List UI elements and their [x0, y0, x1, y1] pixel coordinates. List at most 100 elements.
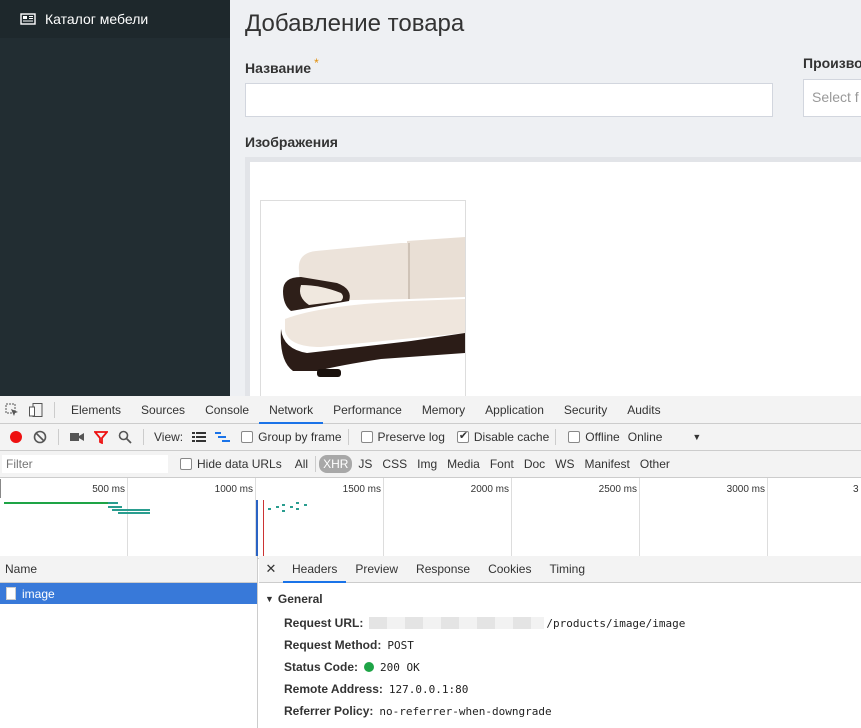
request-row[interactable]: image [0, 583, 257, 604]
sidebar: Каталог мебели [0, 0, 230, 396]
image-thumbnail[interactable] [260, 200, 466, 396]
type-css[interactable]: CSS [378, 455, 411, 473]
divider [58, 429, 59, 445]
tab-audits[interactable]: Audits [617, 396, 670, 424]
type-img[interactable]: Img [413, 455, 441, 473]
type-manifest[interactable]: Manifest [581, 455, 634, 473]
triangle-down-icon: ▼ [265, 594, 274, 604]
divider [143, 429, 144, 445]
tab-application[interactable]: Application [475, 396, 554, 424]
hide-data-urls-label[interactable]: Hide data URLs [197, 457, 282, 471]
preserve-log-checkbox[interactable] [360, 431, 373, 443]
disable-cache-checkbox[interactable] [456, 429, 469, 443]
name-label: Название * [245, 56, 319, 76]
waterfall-icon[interactable] [211, 425, 235, 449]
page-title: Добавление товара [245, 10, 465, 37]
header-key: Request URL: [284, 616, 364, 630]
type-ws[interactable]: WS [551, 455, 578, 473]
tab-elements[interactable]: Elements [61, 396, 131, 424]
request-list: Name image [0, 556, 258, 728]
tab-console[interactable]: Console [195, 396, 259, 424]
header-key: Request Method: [284, 638, 382, 652]
name-column-header[interactable]: Name [0, 556, 257, 583]
header-value: 200 OK [380, 660, 420, 674]
sidebar-item-catalog[interactable]: Каталог мебели [0, 0, 230, 38]
preserve-log-label[interactable]: Preserve log [378, 430, 445, 444]
referrer-policy-row: Referrer Policy: no-referrer-when-downgr… [259, 700, 861, 722]
throttle-select[interactable]: Online [628, 430, 663, 444]
type-doc[interactable]: Doc [520, 455, 549, 473]
request-name: image [22, 586, 55, 601]
divider [315, 456, 317, 472]
view-label: View: [154, 430, 184, 444]
search-icon[interactable] [113, 425, 137, 449]
camera-icon[interactable] [65, 425, 89, 449]
request-details: ✕ Headers Preview Response Cookies Timin… [259, 556, 861, 728]
name-input[interactable] [245, 83, 773, 117]
header-value: no-referrer-when-downgrade [379, 704, 552, 718]
sofa-image [280, 237, 465, 377]
disable-cache-label[interactable]: Disable cache [474, 430, 549, 444]
large-rows-icon[interactable] [187, 425, 211, 449]
device-toolbar-icon[interactable] [24, 396, 48, 424]
network-overview-timeline[interactable]: 500 ms 1000 ms 1500 ms 2000 ms 2500 ms 3… [0, 478, 861, 559]
tab-sources[interactable]: Sources [131, 396, 195, 424]
name-label-text: Название [245, 60, 312, 76]
type-all[interactable]: All [291, 455, 312, 473]
tab-performance[interactable]: Performance [323, 396, 412, 424]
general-section-toggle[interactable]: ▼ General [259, 583, 861, 606]
chevron-down-icon[interactable]: ▼ [692, 432, 701, 442]
type-font[interactable]: Font [486, 455, 518, 473]
newspaper-icon [20, 13, 36, 25]
request-url-row: Request URL: /products/image/image [259, 612, 861, 634]
main-content: Добавление товара Название * Произво Sele… [230, 0, 861, 396]
devtools-panel: Elements Sources Console Network Perform… [0, 396, 861, 728]
filter-bar: Hide data URLs All XHR JS CSS Img Media … [0, 451, 861, 478]
close-icon[interactable]: ✕ [259, 561, 283, 577]
request-method-row: Request Method: POST [259, 634, 861, 656]
offline-label[interactable]: Offline [585, 430, 619, 444]
details-tab-bar: ✕ Headers Preview Response Cookies Timin… [259, 556, 861, 583]
tab-preview[interactable]: Preview [346, 556, 407, 583]
network-toolbar: View: Group by frame Preserve log Disabl… [0, 424, 861, 451]
divider [555, 429, 557, 445]
type-media[interactable]: Media [443, 455, 484, 473]
redacted-url [369, 617, 545, 629]
filter-icon[interactable] [89, 425, 113, 449]
tab-response[interactable]: Response [407, 556, 479, 583]
header-value: 127.0.0.1:80 [388, 682, 469, 696]
devtools-tab-bar: Elements Sources Console Network Perform… [0, 396, 861, 424]
group-by-frame-label[interactable]: Group by frame [258, 430, 341, 444]
filter-input[interactable] [2, 455, 168, 473]
manufacturer-select[interactable]: Select f [803, 79, 861, 117]
clear-icon[interactable] [28, 425, 52, 449]
type-js[interactable]: JS [354, 455, 376, 473]
general-section-title: General [277, 592, 323, 606]
type-other[interactable]: Other [636, 455, 674, 473]
remote-address-row: Remote Address: 127.0.0.1:80 [259, 678, 861, 700]
group-by-frame-checkbox[interactable] [241, 431, 254, 443]
divider [347, 429, 349, 445]
type-xhr[interactable]: XHR [319, 455, 353, 473]
header-key: Referrer Policy: [284, 704, 374, 718]
header-value: /products/image/image [546, 616, 686, 630]
tab-timing[interactable]: Timing [540, 556, 594, 583]
header-key: Remote Address: [284, 682, 383, 696]
header-key: Status Code: [284, 660, 359, 674]
images-label: Изображения [245, 134, 338, 150]
tab-cookies[interactable]: Cookies [479, 556, 540, 583]
record-icon[interactable] [4, 425, 28, 449]
timeline-bars [0, 479, 307, 558]
images-dropzone[interactable] [245, 157, 861, 396]
manufacturer-label: Произво [803, 55, 861, 71]
tab-memory[interactable]: Memory [412, 396, 475, 424]
header-value: POST [387, 638, 414, 652]
document-icon [6, 587, 16, 600]
tab-headers[interactable]: Headers [283, 556, 347, 583]
status-ok-icon [364, 662, 375, 672]
inspect-element-icon[interactable] [0, 396, 24, 424]
tab-security[interactable]: Security [554, 396, 617, 424]
hide-data-urls-checkbox[interactable] [180, 458, 192, 470]
offline-checkbox[interactable] [568, 431, 581, 443]
tab-network[interactable]: Network [259, 396, 324, 424]
